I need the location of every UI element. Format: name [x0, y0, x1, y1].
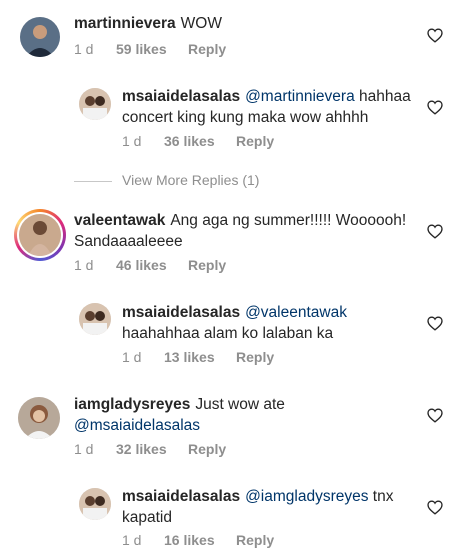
avatar[interactable] — [79, 88, 111, 120]
reply-button[interactable]: Reply — [188, 257, 226, 273]
likes-count[interactable]: 59 likes — [116, 41, 188, 57]
comment-time: 1 d — [122, 532, 142, 548]
heart-outline-icon[interactable] — [427, 224, 443, 239]
view-more-label: View More Replies (1) — [122, 172, 260, 188]
reply-button[interactable]: Reply — [236, 532, 274, 548]
heart-outline-icon[interactable] — [427, 408, 443, 423]
comment-text: Just wow ate — [195, 396, 285, 413]
avatar[interactable] — [79, 488, 111, 520]
comment-username[interactable]: msaiaidelasalas — [122, 304, 240, 321]
heart-outline-icon[interactable] — [427, 100, 443, 115]
likes-count[interactable]: 36 likes — [164, 133, 236, 149]
comment-time: 1 d — [74, 441, 94, 457]
avatar[interactable] — [18, 397, 60, 439]
heart-outline-icon[interactable] — [427, 28, 443, 43]
likes-count[interactable]: 16 likes — [164, 532, 236, 548]
comment-time: 1 d — [122, 133, 142, 149]
avatar[interactable] — [20, 17, 60, 57]
comment-username[interactable]: msaiaidelasalas — [122, 88, 240, 105]
mention-link[interactable]: @valeentawak — [245, 304, 347, 321]
mention-link[interactable]: @msaiaidelasalas — [74, 417, 200, 434]
comment-username[interactable]: valeentawak — [74, 212, 165, 229]
heart-outline-icon[interactable] — [427, 316, 443, 331]
reply-button[interactable]: Reply — [236, 133, 274, 149]
avatar[interactable] — [79, 303, 111, 335]
avatar[interactable] — [19, 214, 61, 256]
heart-outline-icon[interactable] — [427, 500, 443, 515]
comment-text: WOW — [180, 15, 222, 32]
reply-button[interactable]: Reply — [188, 41, 226, 57]
comment-username[interactable]: msaiaidelasalas — [122, 488, 240, 505]
comment-text: haahahhaa alam ko lalaban ka — [122, 325, 334, 342]
reply-button[interactable]: Reply — [188, 441, 226, 457]
comment-username[interactable]: iamgladysreyes — [74, 396, 190, 413]
divider — [74, 180, 112, 182]
comment-username[interactable]: martinnievera — [74, 15, 176, 32]
likes-count[interactable]: 13 likes — [164, 349, 236, 365]
reply-button[interactable]: Reply — [236, 349, 274, 365]
likes-count[interactable]: 32 likes — [116, 441, 188, 457]
comment-time: 1 d — [74, 257, 94, 273]
mention-link[interactable]: @iamgladysreyes — [245, 488, 368, 505]
comment-time: 1 d — [74, 41, 94, 57]
comment-time: 1 d — [122, 349, 142, 365]
view-more-replies[interactable]: View More Replies (1) — [74, 172, 259, 188]
likes-count[interactable]: 46 likes — [116, 257, 188, 273]
mention-link[interactable]: @martinnievera — [245, 88, 355, 105]
